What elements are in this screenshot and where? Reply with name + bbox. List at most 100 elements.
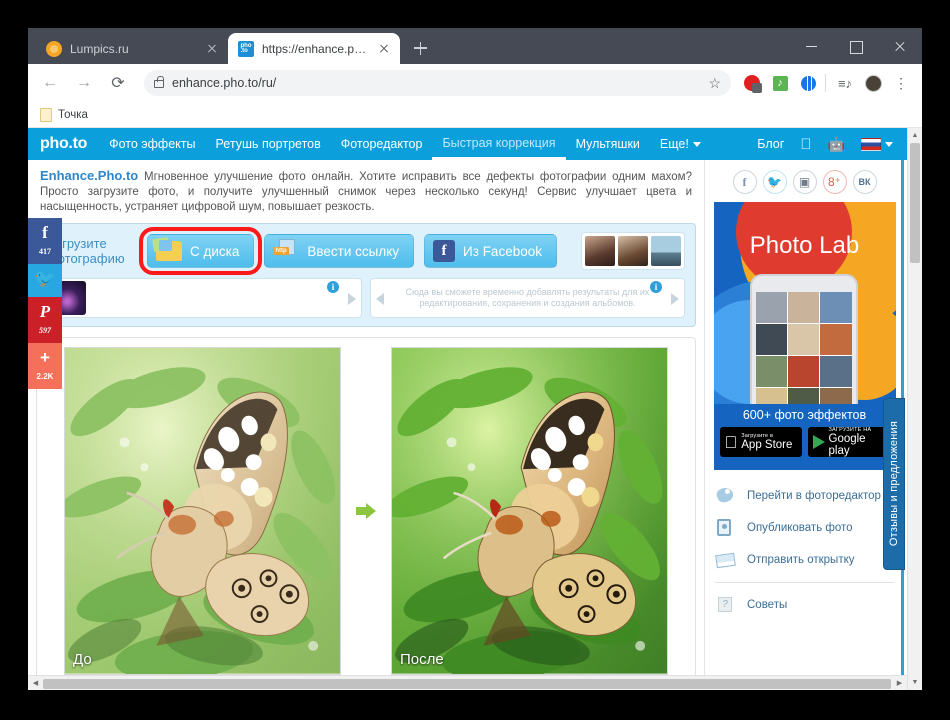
results-strip[interactable]: Сюда вы сможете временно добавлять резул… (370, 278, 685, 318)
sample-thumb-man[interactable] (618, 236, 648, 266)
back-button[interactable]: ← (36, 69, 64, 97)
twitter-icon[interactable]: 🐦 (762, 170, 787, 194)
portrait-icon (715, 518, 737, 538)
after-photo[interactable]: После (391, 347, 668, 675)
maximize-icon[interactable] (834, 28, 878, 64)
globe-icon[interactable] (795, 70, 821, 96)
apple-icon[interactable]:  (800, 136, 811, 153)
vscroll-down-arrow-icon[interactable]: ▼ (908, 675, 922, 690)
nav-more[interactable]: Еще! (660, 137, 701, 151)
right-sidebar: f 🐦 ▣ 8⁺ ВК Photo Lab 600+ фото эффектов… (704, 160, 905, 675)
facebook-icon[interactable]: f (732, 170, 757, 194)
feedback-tab-label: Отзывы и предложения (888, 421, 900, 547)
info-icon[interactable]: i (650, 281, 662, 293)
address-bar-url: enhance.pho.to/ru/ (172, 76, 277, 90)
bookmark-item[interactable]: Точка (40, 107, 88, 122)
sidebar-item-photo-editor[interactable]: Перейти в фоторедактор (713, 480, 896, 512)
hscroll-thumb[interactable] (43, 679, 891, 689)
web-page: pho.to Фото эффекты Ретушь портретов Фот… (28, 128, 907, 675)
nav-cartoons[interactable]: Мультяшки (576, 137, 640, 151)
upload-buttons-row: Загрузите фотографию С диска http Ввести… (47, 227, 685, 275)
horizontal-scrollbar[interactable]: ◀ ▶ (28, 675, 907, 690)
share-facebook-button[interactable]: f 417 (28, 218, 62, 264)
info-icon[interactable]: i (327, 281, 339, 293)
close-icon[interactable] (878, 28, 922, 64)
instagram-icon[interactable]: ▣ (792, 170, 817, 194)
language-selector[interactable] (861, 137, 893, 151)
before-caption: До (73, 651, 92, 668)
adblock-icon[interactable] (739, 70, 765, 96)
browser-tab-enhance[interactable]: pho.to https://enhance.pho.to/ru/ (228, 33, 400, 64)
strip-next-arrow-icon[interactable] (671, 293, 679, 305)
site-logo[interactable]: pho.to (40, 135, 87, 153)
recent-uploads-strip[interactable]: i (47, 278, 362, 318)
russian-flag-icon (861, 137, 881, 151)
minimize-icon[interactable] (790, 28, 834, 64)
music-icon[interactable]: ♪ (767, 70, 793, 96)
nav-quick-correction[interactable]: Быстрая коррекция (432, 136, 566, 160)
nav-photo-effects[interactable]: Фото эффекты (109, 137, 195, 151)
tab-close-icon[interactable] (376, 41, 392, 57)
android-icon[interactable]: 🤖 (828, 136, 845, 153)
google-plus-icon[interactable]: 8⁺ (822, 170, 847, 194)
upload-from-link-label: Ввести ссылку (307, 243, 400, 259)
forward-button[interactable]: → (70, 69, 98, 97)
sidebar-item-publish-photo[interactable]: Опубликовать фото (713, 512, 896, 544)
browser-window: Lumpics.ru pho.to https://enhance.pho.to… (28, 28, 922, 690)
before-photo[interactable]: До (64, 347, 341, 675)
new-tab-button[interactable] (406, 34, 434, 62)
sample-thumb-ship[interactable] (651, 236, 681, 266)
tab-close-icon[interactable] (204, 41, 220, 57)
nav-blog[interactable]: Блог (757, 137, 784, 151)
avatar-icon[interactable] (860, 70, 886, 96)
browser-tab-lumpics[interactable]: Lumpics.ru (36, 33, 228, 64)
social-share-rail: f 417 🐦 P 597 + 2.2K (28, 218, 62, 389)
google-play-badge[interactable]: ЗАГРУЗИТЕ НА Google play (807, 427, 890, 457)
bookmark-label: Точка (58, 108, 88, 121)
hscroll-left-arrow-icon[interactable]: ◀ (28, 679, 43, 687)
upload-from-link-button[interactable]: http Ввести ссылку (264, 234, 415, 268)
share-twitter-button[interactable]: 🐦 (28, 264, 62, 297)
vscroll-up-arrow-icon[interactable]: ▲ (908, 128, 922, 143)
facebook-icon: f (42, 223, 48, 242)
vk-icon[interactable]: ВК (852, 170, 877, 194)
bookmark-folder-icon (40, 107, 52, 122)
butterfly-before-image (65, 348, 340, 674)
vscroll-thumb[interactable] (910, 143, 920, 263)
app-store-badge[interactable]:  Загрузите в App Store (719, 427, 802, 457)
strip-prev-arrow-icon[interactable] (376, 293, 384, 305)
pinterest-count: 597 (39, 326, 51, 335)
intro-brand: Enhance.Pho.to (40, 168, 139, 183)
sidebar-item-send-postcard[interactable]: Отправить открытку (713, 544, 896, 576)
nav-portrait-retouch[interactable]: Ретушь портретов (216, 137, 321, 151)
main-column: Enhance.Pho.to Мгновенное улучшение фото… (28, 160, 704, 675)
sample-thumb-woman[interactable] (585, 236, 615, 266)
chevron-down-icon (885, 141, 893, 147)
chrome-menu-icon[interactable]: ⋮ (888, 70, 914, 96)
reload-button[interactable]: ⟳ (104, 69, 132, 97)
browser-toolbar: ← → ⟳ enhance.pho.to/ru/ ☆ ♪ ≡♪ ⋮ (28, 64, 922, 102)
envelope-icon (715, 550, 737, 570)
address-bar[interactable]: enhance.pho.to/ru/ ☆ (144, 70, 731, 96)
bookmark-star-icon[interactable]: ☆ (708, 75, 721, 92)
facebook-icon: f (433, 240, 456, 262)
share-more-button[interactable]: + 2.2K (28, 343, 62, 389)
reading-list-icon[interactable]: ≡♪ (832, 70, 858, 96)
from-disk-highlight: С диска (138, 227, 263, 275)
vertical-scrollbar[interactable]: ▲ ▼ (907, 128, 922, 690)
upload-from-disk-button[interactable]: С диска (147, 234, 255, 268)
facebook-count: 417 (39, 247, 51, 256)
app-store-big: App Store (728, 439, 792, 451)
lumpics-favicon (46, 40, 62, 57)
share-pinterest-button[interactable]: P 597 (28, 297, 62, 343)
photo-lab-ad[interactable]: Photo Lab 600+ фото эффектов Загрузите в… (713, 202, 896, 470)
brush-icon (715, 485, 737, 506)
upload-from-disk-label: С диска (190, 243, 240, 259)
hscroll-right-arrow-icon[interactable]: ▶ (892, 679, 907, 687)
feedback-tab[interactable]: Отзывы и предложения (883, 398, 905, 570)
strip-next-arrow-icon[interactable] (348, 293, 356, 305)
upload-from-facebook-button[interactable]: f Из Facebook (424, 234, 557, 268)
upload-from-facebook-label: Из Facebook (463, 243, 542, 259)
sidebar-item-tips[interactable]: ? Советы (713, 589, 896, 621)
nav-photo-editor[interactable]: Фоторедактор (341, 137, 423, 151)
